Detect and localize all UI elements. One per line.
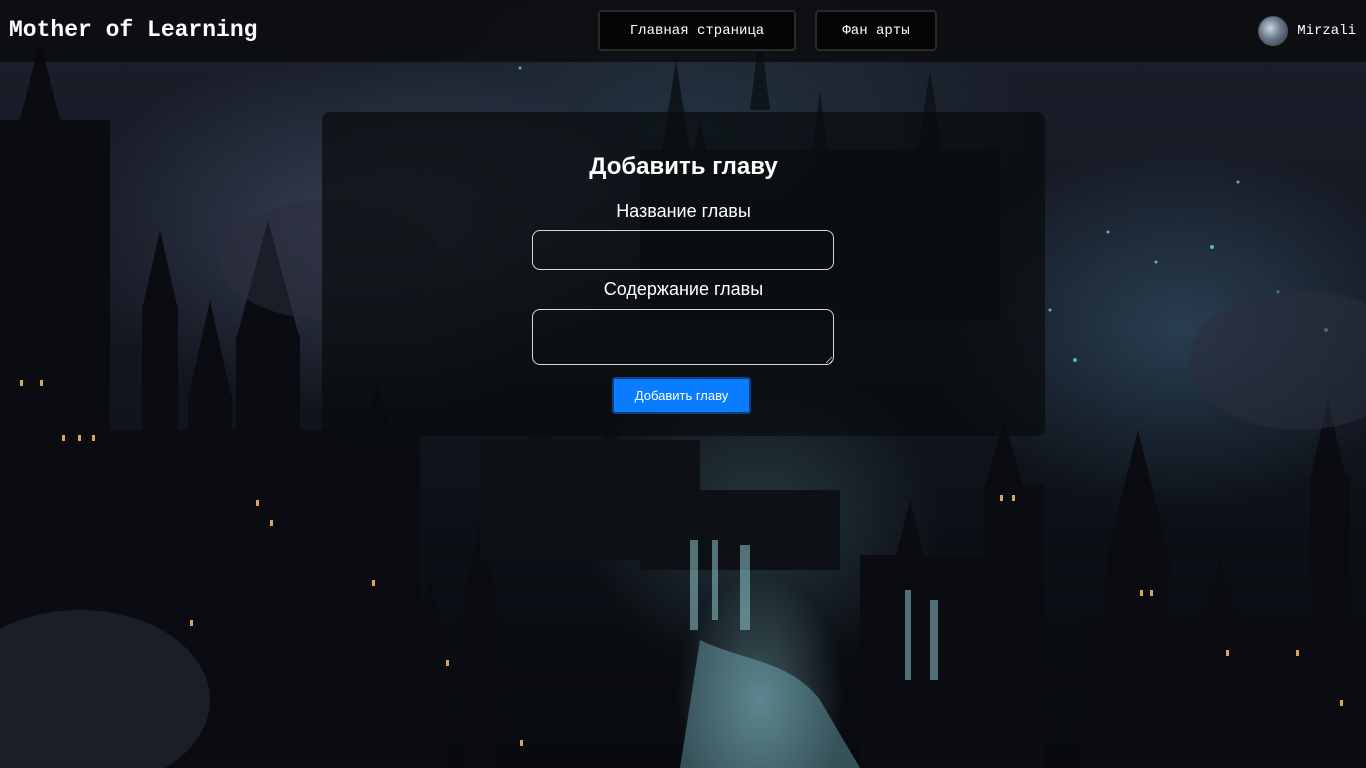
site-brand[interactable]: Mother of Learning [9,17,257,43]
top-navbar: Mother of Learning Главная страница Фан … [0,0,1366,62]
nav-fan-art-button[interactable]: Фан арты [815,10,937,51]
username[interactable]: Mirzali [1297,23,1356,39]
avatar[interactable] [1258,16,1289,46]
add-chapter-form: Добавить главу Название главы Содержание… [322,112,1045,436]
nav-home-button[interactable]: Главная страница [598,10,796,51]
chapter-title-label: Название главы [616,201,751,221]
chapter-content-label: Содержание главы [603,279,764,299]
form-title: Добавить главу [589,153,778,180]
user-menu[interactable]: Mirzali [1258,16,1356,46]
chapter-content-textarea[interactable] [532,309,834,365]
add-chapter-button[interactable]: Добавить главу [612,377,751,414]
chapter-title-input[interactable] [532,230,834,270]
